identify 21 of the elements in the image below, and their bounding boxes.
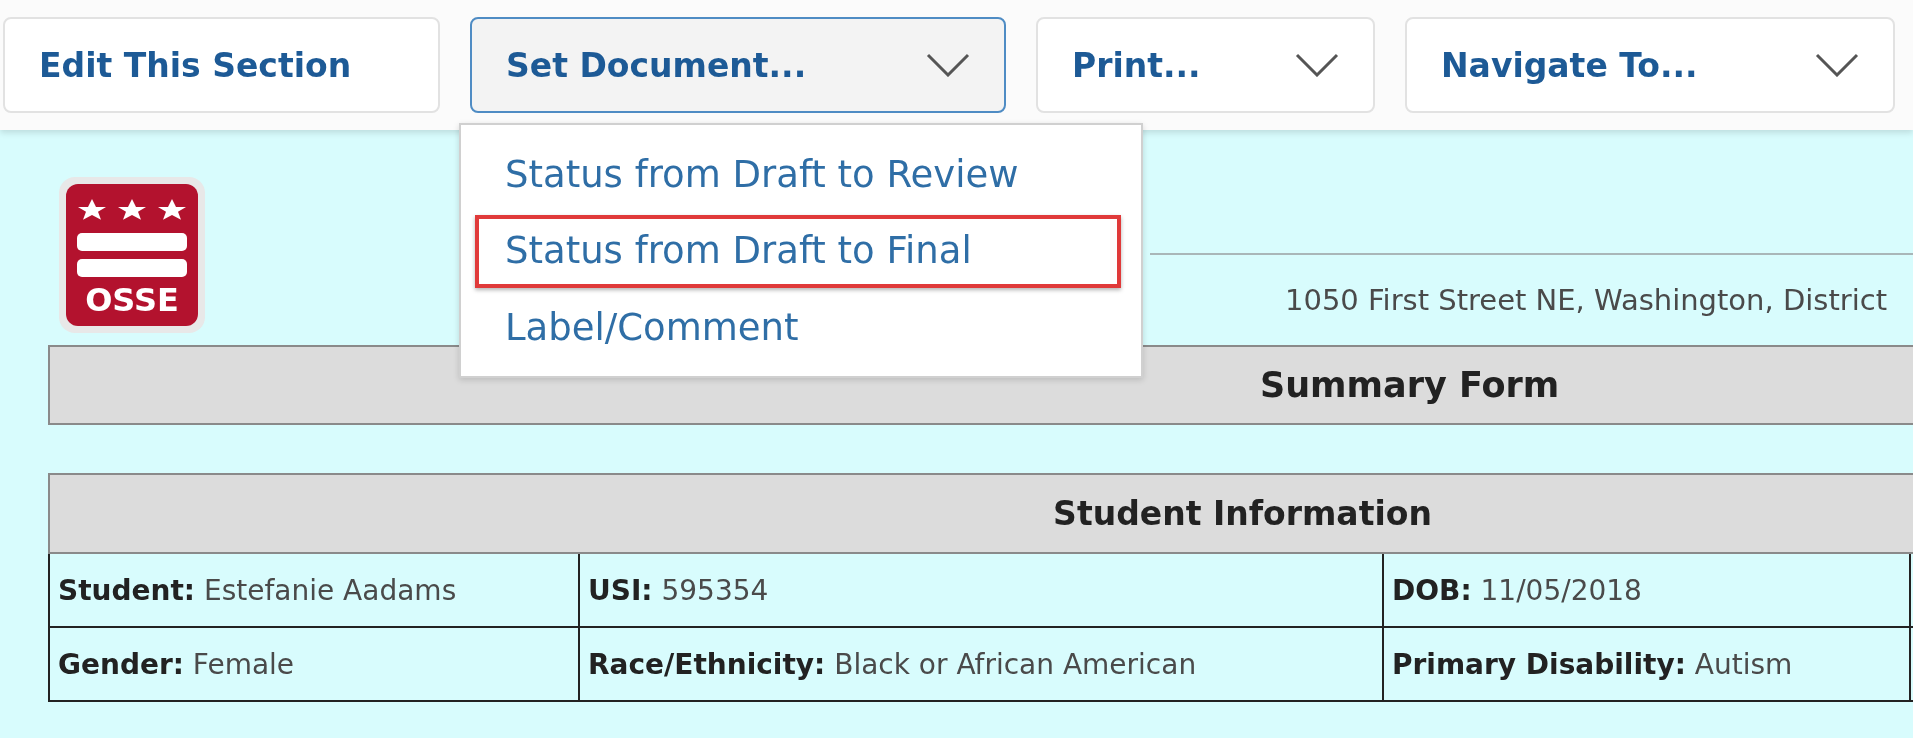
chevron-down-icon [926, 53, 970, 77]
menu-item[interactable]: Status from Draft to Final [475, 215, 1121, 288]
section-header: Student Information [49, 474, 1913, 553]
logo-icon [59, 177, 205, 333]
table-cell: Primary Disability: Autism [1383, 627, 1910, 701]
menu-item[interactable]: Status from Draft to Review [475, 139, 1127, 212]
table-cell: DOB: 11/05/2018 [1383, 553, 1910, 627]
dropdown-button[interactable]: Print... [1036, 17, 1375, 113]
dropdown-button[interactable]: Set Document... [470, 17, 1006, 113]
chevron-down-icon [1295, 53, 1339, 77]
table-cell: Student: Estefanie Aadams [49, 553, 579, 627]
address-text: 1050 First Street NE, Washington, District [1285, 283, 1888, 317]
menu-item[interactable]: Label/Comment [475, 291, 1127, 365]
dropdown-button[interactable]: Navigate To... [1405, 17, 1895, 113]
table-cell: Gender: Female [49, 627, 579, 701]
table-cell: USI: 595354 [579, 553, 1383, 627]
chevron-down-icon [1815, 53, 1859, 77]
logo-text: OSSE [85, 281, 179, 319]
form-title: Summary Form [1260, 365, 1560, 405]
edit-button[interactable]: Edit This Section [3, 17, 440, 113]
table-cell: Race/Ethnicity: Black or African American [579, 627, 1383, 701]
